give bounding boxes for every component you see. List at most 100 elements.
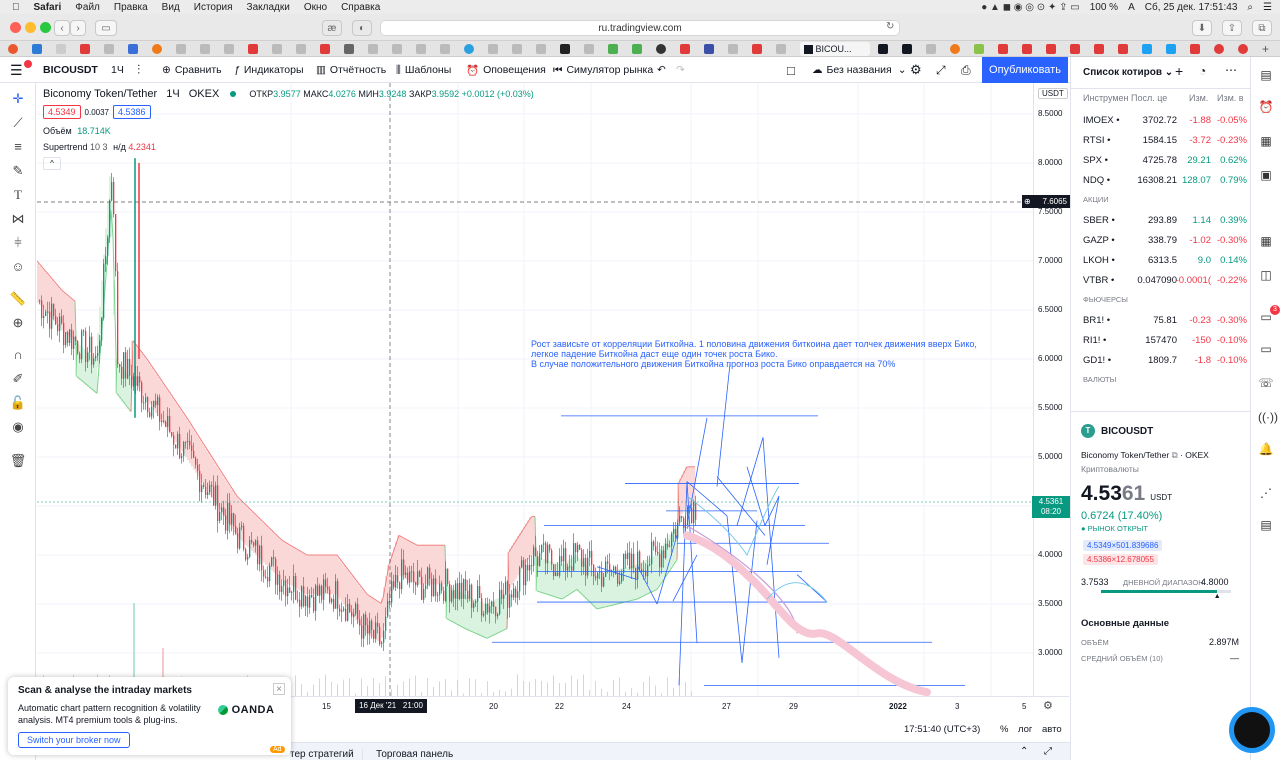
legend-title[interactable]: Biconomy Token/Tether — [43, 88, 157, 100]
menu-help[interactable]: Справка — [341, 2, 380, 13]
watchlist-row[interactable]: SBER • 293.89 1.14 0.39% — [1071, 211, 1251, 231]
tab-trading-panel[interactable]: Торговая панель — [376, 749, 453, 760]
zoom-in-icon[interactable]: ⊕ — [9, 315, 27, 331]
undo-icon[interactable]: ↶ — [657, 57, 666, 83]
watchlist-row[interactable]: RI1! • 157470 -150 -0.10% — [1071, 331, 1251, 351]
reports-button[interactable]: ▥ Отчётность — [316, 57, 386, 83]
ideas-icon[interactable]: ◫ — [1258, 267, 1274, 283]
col-last[interactable]: Посл. це — [1131, 93, 1167, 103]
lock-drawing-icon[interactable]: ✐ — [9, 371, 27, 387]
tab-favicon[interactable] — [440, 44, 450, 54]
tab-favicon[interactable] — [776, 44, 786, 54]
watchlist-row[interactable]: RTSI • 1584.15 -3.72 -0.23% — [1071, 131, 1251, 151]
tab-favicon[interactable] — [1238, 44, 1248, 54]
price-axis[interactable]: USDT 8.5000 8.0000 7.5000 7.0000 6.5000 6.000… — [1022, 83, 1070, 696]
tab-favicon[interactable] — [1214, 44, 1224, 54]
tab-favicon[interactable] — [1046, 44, 1056, 54]
menu-view[interactable]: Вид — [162, 2, 180, 13]
lock-icon[interactable]: 🔓 — [9, 395, 27, 411]
col-change-pct[interactable]: Изм. в — [1217, 93, 1244, 103]
watchlist-row[interactable]: LKOH • 6313.5 9.0 0.14% — [1071, 251, 1251, 271]
volume-legend[interactable]: Объём 18.714K — [43, 126, 111, 136]
layout-name-button[interactable]: ☁ Без названия ⌄ — [812, 57, 907, 83]
watchlist-row[interactable]: IMOEX • 3702.72 -1.88 -0.05% — [1071, 111, 1251, 131]
apple-icon[interactable]:  — [12, 2, 20, 13]
tab-favicon[interactable] — [584, 44, 594, 54]
replay-button[interactable]: ⏮ Симулятор рынка — [553, 57, 653, 83]
tab-favicon[interactable] — [1022, 44, 1032, 54]
tab-favicon[interactable] — [950, 44, 960, 54]
user-drawings[interactable] — [492, 363, 965, 696]
tab-favicon[interactable] — [998, 44, 1008, 54]
menu-app-name[interactable]: Safari — [34, 2, 62, 13]
supertrend-legend[interactable]: Supertrend 10 3 н/д 4.2341 — [43, 142, 156, 152]
col-change[interactable]: Изм. — [1189, 93, 1208, 103]
auto-scale-toggle[interactable]: авто — [1042, 724, 1062, 735]
tabs-overview-button[interactable]: ⧉ — [1252, 20, 1272, 36]
maximize-panel-icon[interactable]: ⤢ — [1044, 746, 1052, 757]
sidebar-toggle-button[interactable]: ▭ — [95, 20, 117, 36]
settings-gear-icon[interactable]: ⚙ — [910, 57, 922, 83]
indicators-button[interactable]: ƒ Индикаторы — [234, 57, 304, 83]
tab-favicon[interactable] — [680, 44, 690, 54]
sell-price-button[interactable]: 4.5349 — [43, 105, 81, 119]
tab-favicon[interactable] — [80, 44, 90, 54]
privacy-icon[interactable]: ◐ — [352, 20, 372, 36]
compare-button[interactable]: ⊕ Сравнить — [162, 57, 222, 83]
symbol-search[interactable]: BICOUSDT — [43, 57, 98, 83]
axis-settings-gear-icon[interactable]: ⚙ — [1043, 699, 1053, 712]
battery-level[interactable]: 100 % — [1090, 2, 1118, 13]
address-bar[interactable]: ru.tradingview.com — [380, 20, 900, 36]
alerts-clock-icon[interactable]: ⏰ — [1258, 99, 1274, 115]
tab-favicon[interactable] — [248, 44, 258, 54]
tab-favicon[interactable] — [344, 44, 354, 54]
tab-favicon[interactable] — [200, 44, 210, 54]
trash-icon[interactable]: 🗑 — [9, 453, 27, 469]
tab-favicon[interactable] — [656, 44, 666, 54]
pattern-icon[interactable]: ⋈ — [9, 211, 27, 227]
watchlist-section[interactable]: ФЬЮЧЕРСЫ — [1071, 291, 1251, 311]
collapse-legend-button[interactable]: ^ — [43, 157, 61, 170]
tab-favicon[interactable] — [878, 44, 888, 54]
keyboard-layout[interactable]: A — [1128, 2, 1135, 13]
prediction-icon[interactable]: ⫩ — [9, 235, 27, 251]
tab-favicon[interactable] — [296, 44, 306, 54]
fundamentals-title[interactable]: Основные данные — [1081, 618, 1169, 629]
tab-favicon[interactable] — [392, 44, 402, 54]
menu-icon[interactable]: ☰ — [10, 57, 23, 83]
chart-annotation[interactable]: Рост зависьте от корреляции Биткойна. 1 … — [531, 339, 977, 369]
tab-favicon[interactable] — [368, 44, 378, 54]
chart-type-icon[interactable]: ⫶ — [137, 57, 140, 83]
tab-favicon[interactable] — [560, 44, 570, 54]
tab-favicon[interactable] — [128, 44, 138, 54]
crosshair-icon[interactable]: ✛ — [9, 91, 27, 107]
menu-history[interactable]: История — [194, 2, 233, 13]
more-options-icon[interactable]: ⋯ — [1225, 63, 1237, 77]
watchlist-title[interactable]: Список котиров ⌄ — [1083, 67, 1173, 78]
reload-icon[interactable]: ↻ — [886, 21, 894, 32]
brush-icon[interactable]: ✎ — [9, 163, 27, 179]
streams-icon[interactable]: ▭ — [1258, 341, 1274, 357]
watchlist-row[interactable]: GAZP • 338.79 -1.02 -0.30% — [1071, 231, 1251, 251]
tab-favicon[interactable] — [152, 44, 162, 54]
tab-favicon[interactable] — [464, 44, 474, 54]
watchlist-icon[interactable]: ▤ — [1258, 67, 1274, 83]
chart-pane[interactable]: Biconomy Token/Tether 1Ч OKEX ОТКР3.9577… — [37, 83, 1033, 696]
tab-favicon[interactable] — [902, 44, 912, 54]
tab-favicon[interactable] — [32, 44, 42, 54]
share-button[interactable]: ⇪ — [1222, 20, 1242, 36]
percent-scale-toggle[interactable]: % — [1000, 724, 1008, 735]
tab-favicon[interactable] — [974, 44, 984, 54]
tab-favicon[interactable] — [536, 44, 546, 54]
tab-favicon[interactable] — [926, 44, 936, 54]
ad-cta-button[interactable]: Switch your broker now — [18, 732, 130, 748]
status-icons[interactable]: ● ▲ ◼ ◉ ◎ ⊙ ✦ ⇪ ▭ — [981, 2, 1080, 13]
spotlight-icon[interactable]: ⌕ — [1247, 2, 1253, 13]
notifications-bell-icon[interactable]: 🔔 — [1258, 441, 1274, 457]
tab-favicon[interactable] — [1190, 44, 1200, 54]
tab-favicon[interactable] — [728, 44, 738, 54]
downloads-button[interactable]: ⬇ — [1192, 20, 1212, 36]
publish-button[interactable]: Опубликовать — [982, 57, 1068, 83]
camera-icon[interactable]: ⎙ — [961, 57, 971, 83]
magnet-icon[interactable]: ∩ — [9, 347, 27, 363]
